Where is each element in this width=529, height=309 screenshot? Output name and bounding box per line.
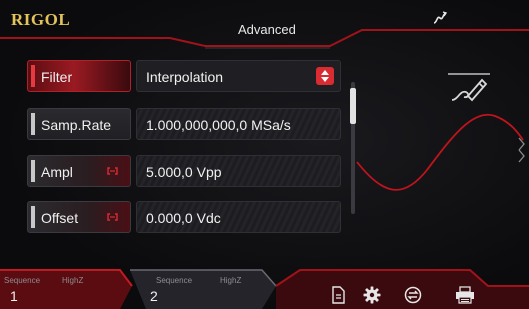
waveform-preview: [356, 113, 524, 191]
page-title: Advanced: [238, 22, 296, 37]
awg-screen: RIGOL Advanced Filter Interpolation Samp…: [0, 0, 529, 309]
chevron-right-icon[interactable]: [517, 130, 527, 170]
filter-value: Interpolation: [146, 69, 224, 85]
file-icon[interactable]: [329, 286, 347, 304]
selection-bar: [31, 160, 35, 182]
printer-icon[interactable]: [455, 286, 475, 304]
brand-logo: RIGOL: [11, 10, 71, 29]
offset-value: 0.000,0 Vdc: [146, 210, 221, 226]
link-icon: [107, 167, 118, 175]
filter-label: Filter: [41, 69, 73, 85]
bottom-bar: Sequence HighZ 1 Sequence HighZ 2: [0, 258, 529, 309]
selection-bar: [31, 65, 35, 87]
channel-2-number: 2: [150, 288, 158, 304]
up-down-arrow-icon[interactable]: [316, 67, 334, 85]
filter-softkey[interactable]: Filter: [27, 60, 131, 92]
samp-rate-softkey[interactable]: Samp.Rate: [27, 108, 131, 140]
pen-edit-icon[interactable]: [446, 72, 492, 102]
selection-bar: [31, 206, 35, 228]
channel-2-impedance: HighZ: [220, 276, 242, 285]
ampl-label: Ampl: [41, 164, 73, 180]
header: RIGOL Advanced: [0, 0, 529, 49]
link-icon: [107, 213, 118, 221]
channel-2-mode: Sequence: [156, 276, 193, 285]
samp-rate-field[interactable]: 1.000,000,000,0 MSa/s: [136, 108, 341, 140]
samp-rate-value: 1.000,000,000,0 MSa/s: [146, 117, 291, 133]
offset-label: Offset: [41, 210, 79, 226]
channel-1-number: 1: [10, 288, 18, 304]
gear-icon[interactable]: [363, 286, 381, 304]
sync-icon[interactable]: [404, 286, 422, 304]
ampl-field[interactable]: 5.000,0 Vpp: [136, 155, 341, 187]
filter-select[interactable]: Interpolation: [136, 60, 341, 92]
sweep-icon[interactable]: [432, 10, 448, 26]
samp-rate-label: Samp.Rate: [41, 117, 112, 133]
offset-softkey[interactable]: Offset: [27, 201, 131, 233]
channel-2-tab[interactable]: Sequence HighZ 2: [140, 268, 270, 304]
channel-1-tab[interactable]: Sequence HighZ 1: [0, 268, 128, 304]
channel-1-mode: Sequence: [4, 276, 41, 285]
offset-field[interactable]: 0.000,0 Vdc: [136, 201, 341, 233]
ampl-value: 5.000,0 Vpp: [146, 164, 222, 180]
selection-bar: [31, 113, 35, 135]
ampl-softkey[interactable]: Ampl: [27, 155, 131, 187]
channel-1-impedance: HighZ: [62, 276, 84, 285]
